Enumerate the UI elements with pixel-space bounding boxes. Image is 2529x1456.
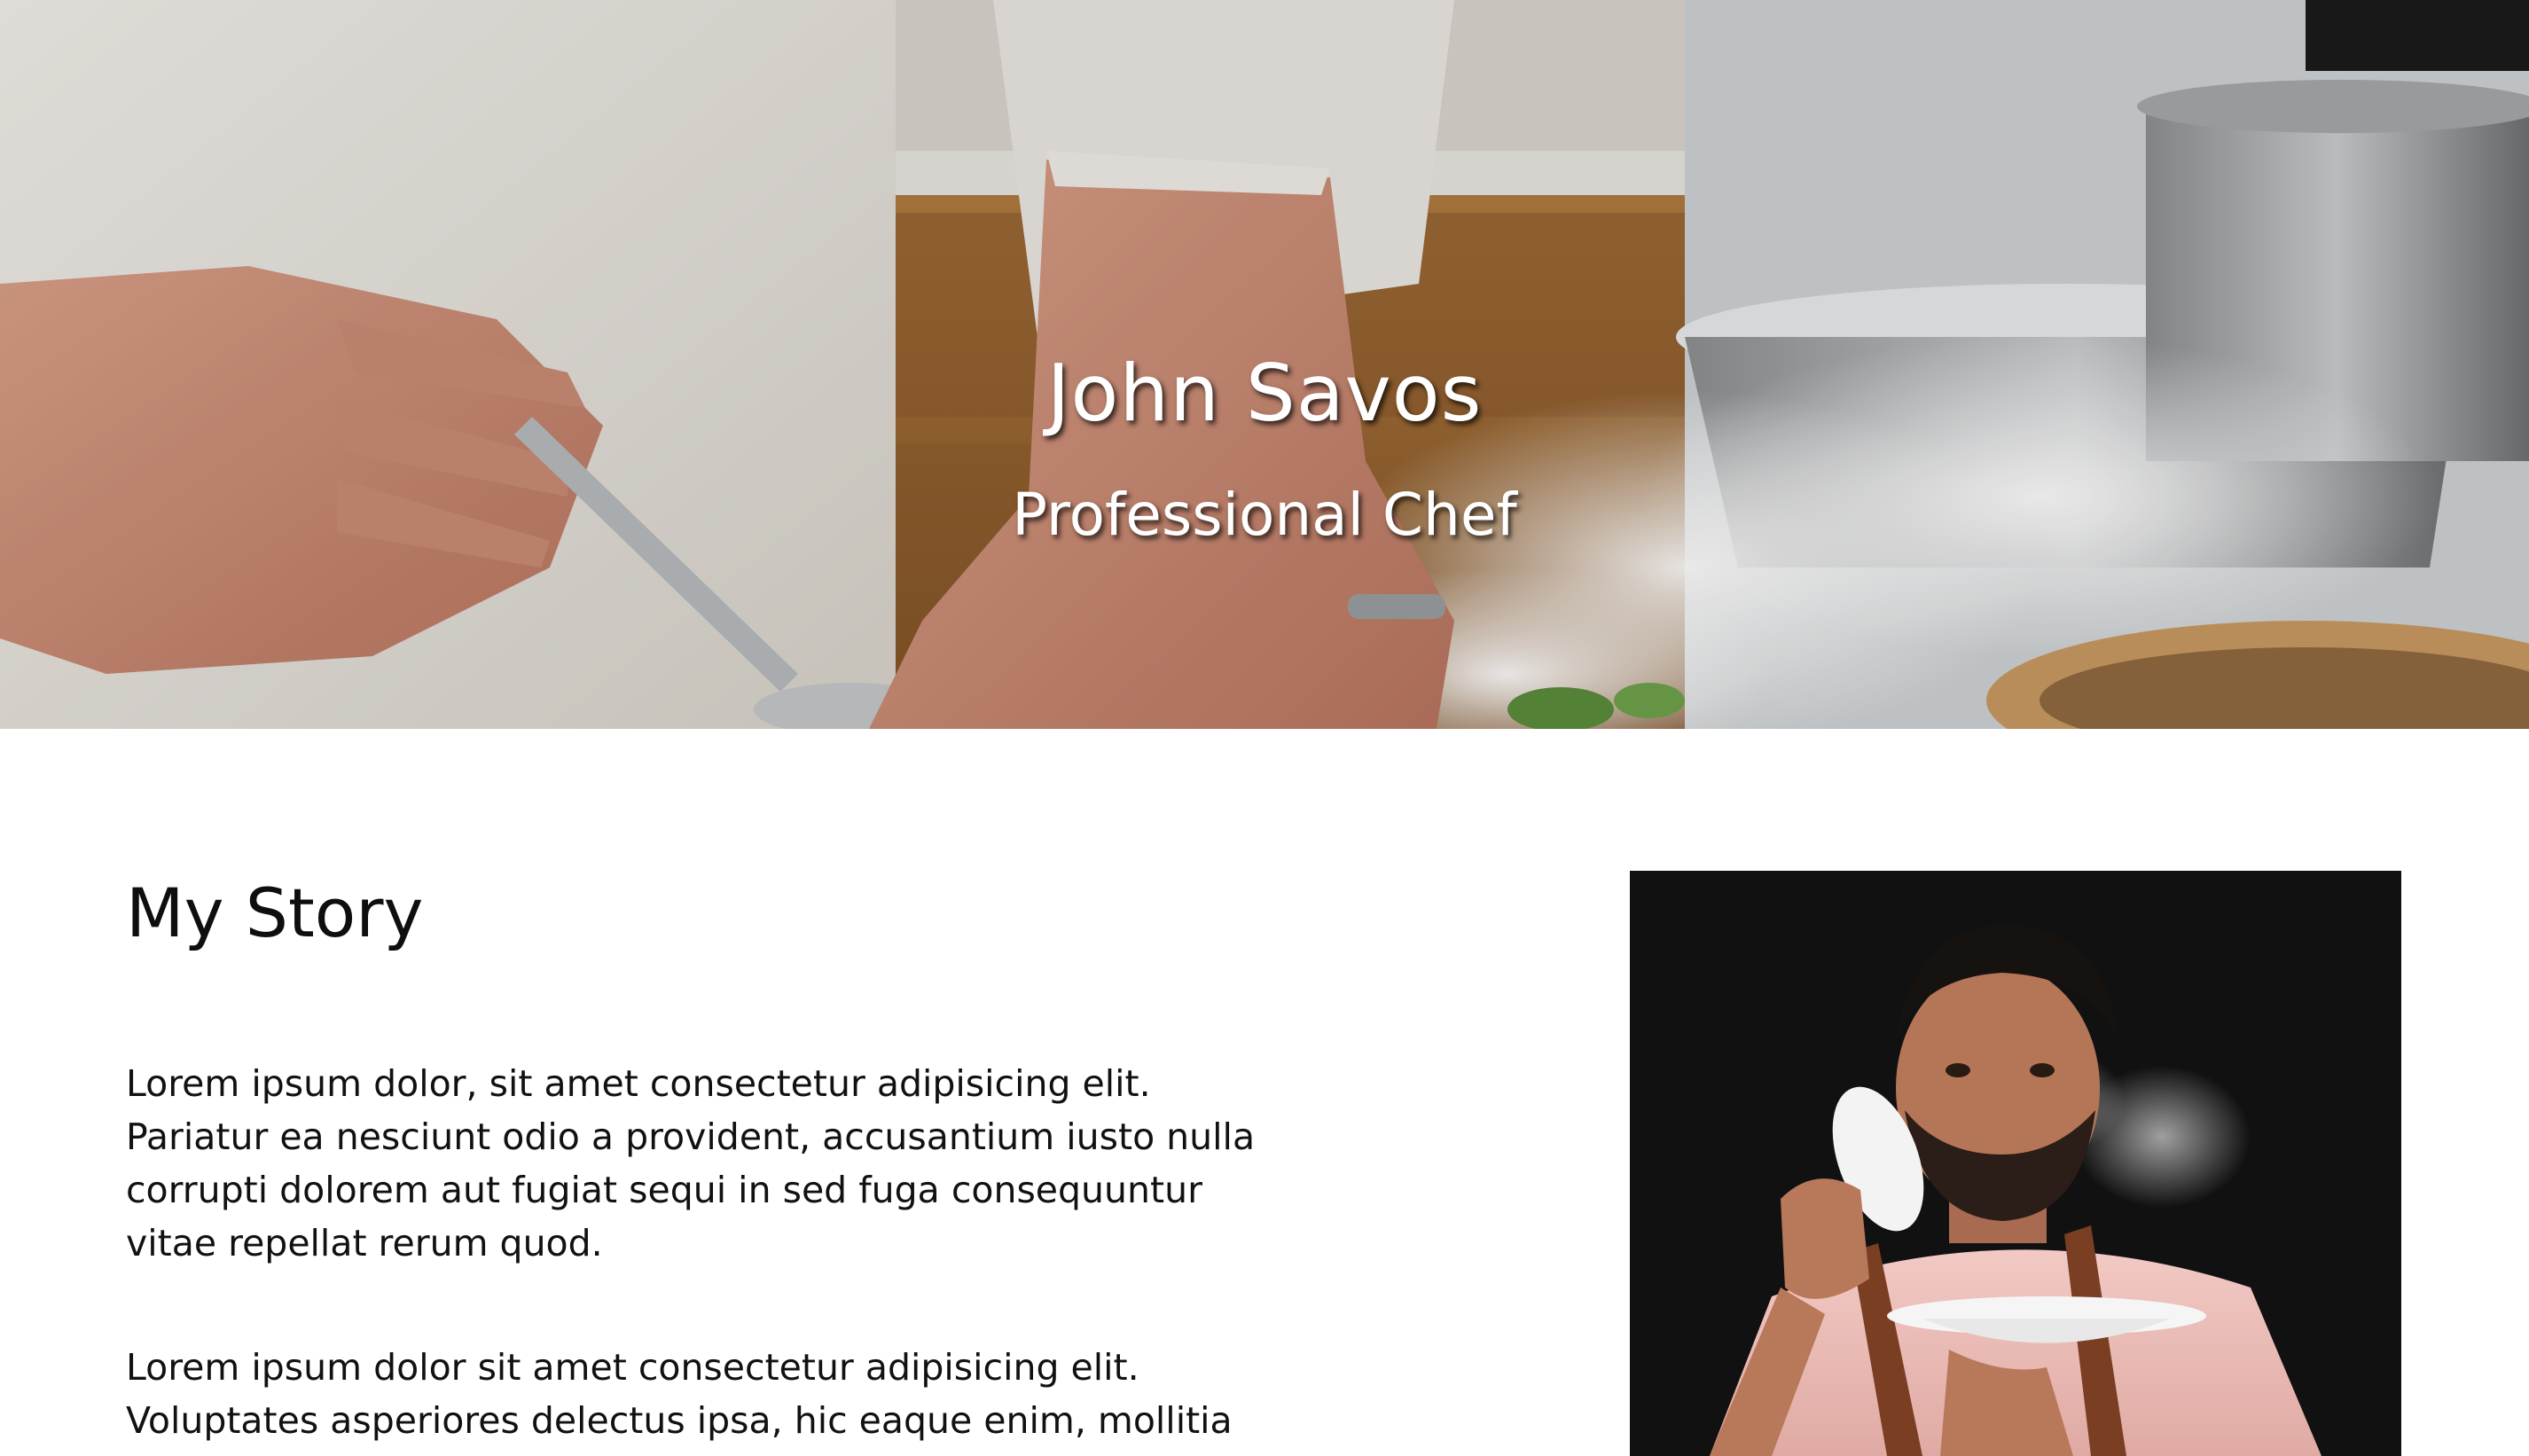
story-paragraph-1: Lorem ipsum dolor, sit amet consectetur … bbox=[126, 1062, 1256, 1264]
hero-subtitle: Professional Chef bbox=[1012, 481, 1517, 549]
story-heading: My Story bbox=[126, 873, 424, 952]
story-paragraph-2: Lorem ipsum dolor sit amet consectetur a… bbox=[126, 1346, 1233, 1456]
hero-title: John Savos bbox=[1046, 348, 1483, 439]
page: John Savos Professional Chef My Story Lo… bbox=[0, 0, 2529, 1456]
chef-portrait-photo bbox=[1630, 871, 2401, 1456]
chef-portrait-illustration bbox=[1630, 871, 2401, 1456]
hero-banner: John Savos Professional Chef bbox=[0, 0, 2529, 729]
